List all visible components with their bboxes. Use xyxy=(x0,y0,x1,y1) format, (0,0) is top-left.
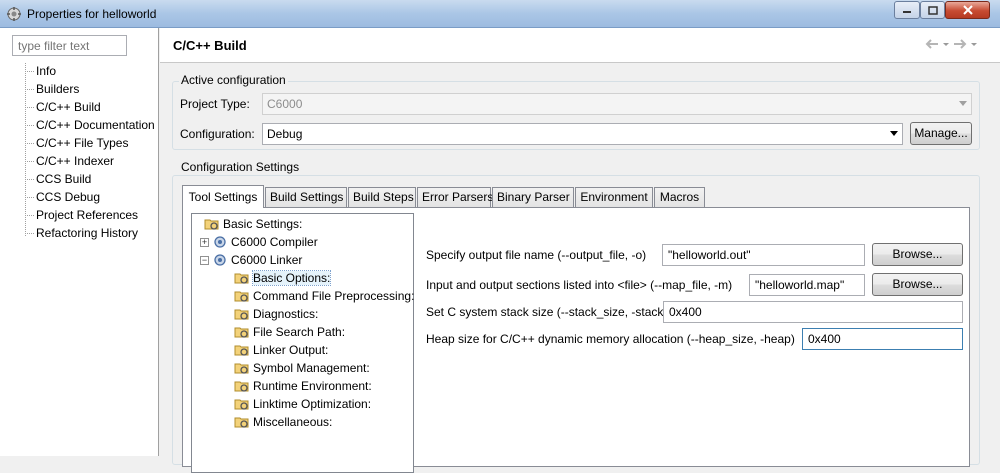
expand-icon[interactable]: + xyxy=(200,238,209,247)
tool-gear-icon xyxy=(214,236,226,248)
tab-error-parsers[interactable]: Error Parsers xyxy=(417,187,493,207)
page-header: C/C++ Build xyxy=(160,28,1000,63)
tree-guide-line xyxy=(25,179,34,180)
tab-tool-settings[interactable]: Tool Settings xyxy=(182,185,264,208)
sidebar-item-project-references[interactable]: Project References xyxy=(36,206,138,224)
configuration-select[interactable]: Debug xyxy=(262,123,903,145)
tab-environment[interactable]: Environment xyxy=(575,187,653,207)
tree-item-c6000-linker[interactable]: C6000 Linker xyxy=(212,251,302,269)
project-type-label: Project Type: xyxy=(180,97,250,111)
page-title: C/C++ Build xyxy=(173,38,247,53)
tab-build-settings[interactable]: Build Settings xyxy=(265,187,347,207)
stack-size-input[interactable]: 0x400 xyxy=(663,301,963,323)
sidebar-item-ccs-build[interactable]: CCS Build xyxy=(36,170,91,188)
tree-item-miscellaneous[interactable]: Miscellaneous: xyxy=(234,413,332,431)
tree-item-command-file-preprocessing[interactable]: Command File Preprocessing: xyxy=(234,287,414,305)
sidebar-item-builders[interactable]: Builders xyxy=(36,80,79,98)
main-content: C/C++ Build Active configuration Project… xyxy=(160,28,1000,473)
sidebar-item-c-cpp-build[interactable]: C/C++ Build xyxy=(36,98,101,116)
tree-guide-line xyxy=(25,215,34,216)
map-file-input[interactable]: "helloworld.map" xyxy=(749,274,865,296)
tree-item-linktime-optimization[interactable]: Linktime Optimization: xyxy=(234,395,371,413)
tool-settings-tree: Basic Settings: + C6000 Compiler − C6000… xyxy=(191,213,414,473)
settings-folder-icon xyxy=(234,399,249,410)
tool-gear-icon xyxy=(214,254,226,266)
back-arrow-icon[interactable] xyxy=(924,38,940,50)
close-icon xyxy=(962,5,973,15)
settings-folder-icon xyxy=(234,273,249,284)
sidebar-item-refactoring-history[interactable]: Refactoring History xyxy=(36,224,138,242)
settings-folder-icon xyxy=(234,417,249,428)
map-file-label: Input and output sections listed into <f… xyxy=(426,278,733,292)
tree-item-symbol-management[interactable]: Symbol Management: xyxy=(234,359,370,377)
maximize-icon xyxy=(927,5,938,15)
configuration-label: Configuration: xyxy=(180,127,255,141)
eclipse-properties-icon xyxy=(7,7,21,21)
minimize-button[interactable] xyxy=(894,1,920,19)
tab-binary-parser[interactable]: Binary Parser xyxy=(492,187,574,207)
settings-folder-icon xyxy=(234,309,249,320)
settings-folder-icon xyxy=(234,327,249,338)
window-title-bar: Properties for helloworld xyxy=(0,0,1000,28)
project-type-value: C6000 xyxy=(267,97,303,111)
project-type-select: C6000 xyxy=(262,93,972,115)
properties-navigation-panel: Info Builders C/C++ Build C/C++ Document… xyxy=(0,28,159,456)
window-title: Properties for helloworld xyxy=(27,7,157,21)
heap-size-input[interactable]: 0x400 xyxy=(802,328,963,350)
chevron-down-icon xyxy=(959,101,967,106)
tree-guide-line xyxy=(25,233,34,234)
tree-item-runtime-environment[interactable]: Runtime Environment: xyxy=(234,377,372,395)
tree-guide-line xyxy=(25,161,34,162)
configuration-settings-legend: Configuration Settings xyxy=(179,160,302,174)
output-file-label: Specify output file name (--output_file,… xyxy=(426,248,647,262)
tree-item-linker-output[interactable]: Linker Output: xyxy=(234,341,328,359)
sidebar-item-c-cpp-file-types[interactable]: C/C++ File Types xyxy=(36,134,128,152)
filter-input[interactable] xyxy=(12,35,127,56)
chevron-down-icon xyxy=(890,131,898,136)
sidebar-item-c-cpp-documentation[interactable]: C/C++ Documentation xyxy=(36,116,155,134)
tab-macros[interactable]: Macros xyxy=(654,187,705,207)
forward-arrow-icon[interactable] xyxy=(952,38,968,50)
tree-guide-line xyxy=(25,197,34,198)
tree-item-diagnostics[interactable]: Diagnostics: xyxy=(234,305,318,323)
tree-guide-line xyxy=(25,89,34,90)
settings-folder-icon xyxy=(234,291,249,302)
tree-item-basic-settings[interactable]: Basic Settings: xyxy=(204,215,302,233)
close-button[interactable] xyxy=(945,1,990,19)
tree-guide-line xyxy=(25,107,34,108)
active-configuration-legend: Active configuration xyxy=(179,73,288,87)
tree-item-file-search-path[interactable]: File Search Path: xyxy=(234,323,345,341)
maximize-button[interactable] xyxy=(920,1,945,19)
minimize-icon xyxy=(903,11,911,13)
manage-button[interactable]: Manage... xyxy=(910,122,972,145)
browse-output-file-button[interactable]: Browse... xyxy=(872,243,963,266)
settings-folder-icon xyxy=(234,363,249,374)
tree-guide-line xyxy=(25,125,34,126)
tree-guide-line xyxy=(25,71,34,72)
stack-size-label: Set C system stack size (--stack_size, -… xyxy=(426,305,668,319)
configuration-value: Debug xyxy=(267,127,303,141)
tree-item-basic-options[interactable]: Basic Options: xyxy=(234,269,332,287)
chevron-down-icon[interactable] xyxy=(942,38,950,50)
tool-settings-panel: Basic Settings: + C6000 Compiler − C6000… xyxy=(182,207,970,473)
sidebar-item-info[interactable]: Info xyxy=(36,62,56,80)
browse-map-file-button[interactable]: Browse... xyxy=(872,273,963,296)
tree-item-c6000-compiler[interactable]: C6000 Compiler xyxy=(212,233,318,251)
sidebar-item-c-cpp-indexer[interactable]: C/C++ Indexer xyxy=(36,152,114,170)
tab-build-steps[interactable]: Build Steps xyxy=(348,187,416,207)
settings-folder-icon xyxy=(204,219,219,230)
settings-folder-icon xyxy=(234,345,249,356)
history-navigation xyxy=(924,38,978,50)
collapse-icon[interactable]: − xyxy=(200,256,209,265)
heap-size-label: Heap size for C/C++ dynamic memory alloc… xyxy=(426,332,795,346)
tree-guide-line xyxy=(25,143,34,144)
sidebar-item-ccs-debug[interactable]: CCS Debug xyxy=(36,188,100,206)
chevron-down-icon[interactable] xyxy=(970,38,978,50)
settings-folder-icon xyxy=(234,381,249,392)
output-file-input[interactable]: "helloworld.out" xyxy=(662,244,865,266)
